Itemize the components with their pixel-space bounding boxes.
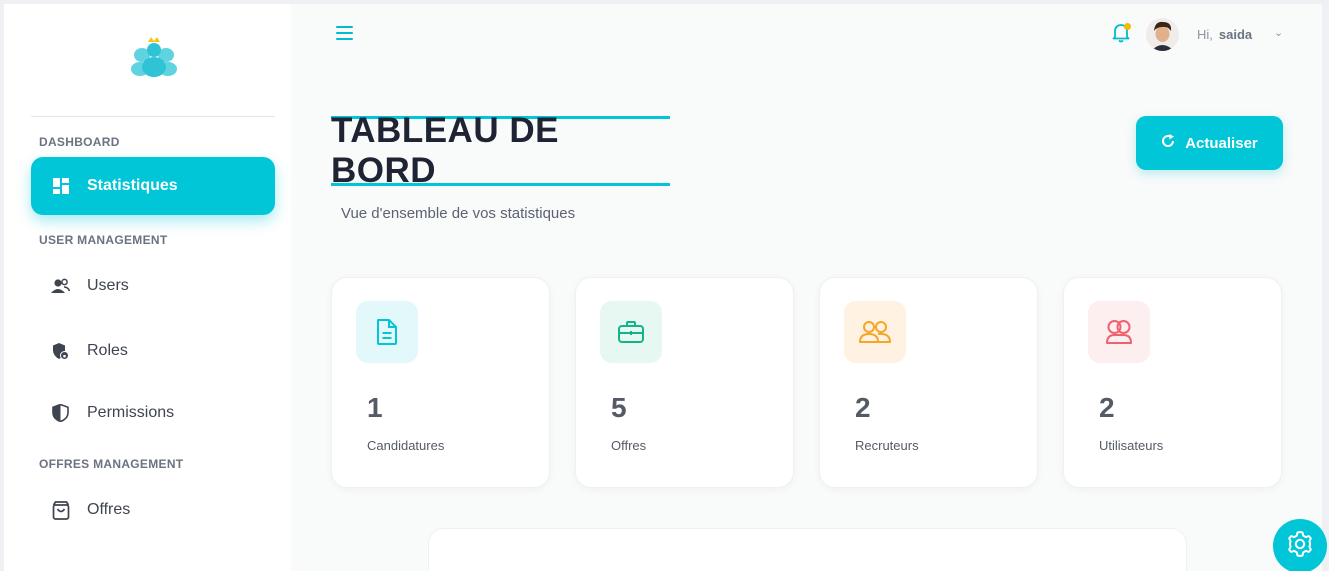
sidebar-item-label: Permissions: [87, 404, 175, 421]
stat-label: Recruteurs: [855, 438, 919, 453]
stat-card-candidatures[interactable]: 1 Candidatures: [331, 277, 550, 488]
menu-toggle-icon[interactable]: [336, 26, 353, 40]
section-label-user-management: USER MANAGEMENT: [39, 233, 168, 247]
page-title-frame: TABLEAU DE BORD: [331, 111, 670, 190]
shopping-bag-icon: [51, 500, 70, 520]
stat-label: Candidatures: [367, 438, 445, 453]
stat-card-utilisateurs[interactable]: 2 Utilisateurs: [1063, 277, 1282, 488]
bell-icon[interactable]: [1112, 23, 1131, 43]
stat-value: 2: [855, 392, 871, 423]
sidebar: DASHBOARD Statistiques USER MANAGEMENT U…: [4, 4, 291, 571]
document-icon: [356, 301, 418, 363]
page-subtitle: Vue d'ensemble de vos statistiques: [341, 205, 576, 222]
section-label-offres-management: OFFRES MANAGEMENT: [39, 457, 184, 471]
stat-value: 5: [611, 392, 627, 423]
page-title: TABLEAU DE BORD: [331, 111, 559, 190]
chevron-down-icon[interactable]: ⌄: [1274, 26, 1283, 39]
username: saida: [1218, 27, 1253, 42]
sidebar-item-label: Offres: [87, 501, 131, 518]
avatar[interactable]: [1146, 18, 1179, 51]
sidebar-item-offres[interactable]: Offres: [31, 481, 275, 539]
stat-label: Utilisateurs: [1099, 438, 1164, 453]
notification-dot: [1124, 23, 1131, 30]
user-group-icon: [1088, 301, 1150, 363]
stat-card-recruteurs[interactable]: 2 Recruteurs: [819, 277, 1038, 488]
chart-panel: [428, 528, 1187, 571]
refresh-icon: [1161, 134, 1175, 152]
refresh-button[interactable]: Actualiser: [1136, 116, 1283, 170]
settings-button[interactable]: [1273, 519, 1327, 571]
stat-label: Offres: [611, 438, 647, 453]
shield-lock-icon: [51, 342, 70, 361]
sidebar-item-label: Users: [87, 277, 129, 294]
dashboard-icon: [51, 177, 70, 196]
app-logo[interactable]: [130, 34, 182, 80]
sidebar-item-statistiques[interactable]: Statistiques: [31, 157, 275, 215]
stat-card-offres[interactable]: 5 Offres: [575, 277, 794, 488]
sidebar-item-roles[interactable]: Roles: [31, 322, 275, 380]
stat-value: 2: [1099, 392, 1115, 423]
user-greeting[interactable]: Hi, saida: [1197, 27, 1252, 42]
section-label-dashboard: DASHBOARD: [39, 135, 120, 149]
users-icon: [844, 301, 906, 363]
sidebar-item-permissions[interactable]: Permissions: [31, 384, 275, 442]
sidebar-item-label: Roles: [87, 342, 128, 359]
stat-value: 1: [367, 392, 383, 423]
gear-icon: [1286, 530, 1314, 563]
refresh-label: Actualiser: [1185, 134, 1258, 152]
briefcase-icon: [600, 301, 662, 363]
main-content: Hi, saida ⌄ TABLEAU DE BORD Vue d'ensembl…: [291, 4, 1322, 571]
sidebar-divider: [31, 116, 275, 117]
sidebar-item-users[interactable]: Users: [31, 257, 275, 315]
users-icon: [51, 277, 70, 296]
shield-icon: [51, 404, 70, 423]
sidebar-item-label: Statistiques: [87, 177, 178, 194]
